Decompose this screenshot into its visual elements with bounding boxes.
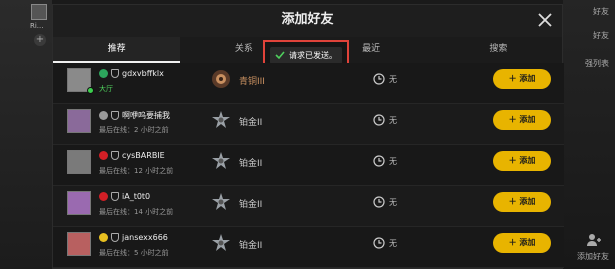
player-row: iA_t0t0 最后在线：14 小时之前 铂金II 无 ＋ 添加 [53, 186, 564, 227]
player-status: 最后在线：2 小时之前 [99, 126, 169, 134]
rank-name: 铂金II [239, 118, 263, 128]
recent-value: 无 [389, 116, 397, 125]
add-button-label: 添加 [519, 74, 536, 83]
platinum-rank-icon [212, 234, 230, 251]
add-friend-button[interactable]: ＋ 添加 [493, 151, 551, 171]
shield-icon [111, 192, 119, 201]
dialog-title: 添加好友 [281, 12, 334, 27]
platinum-rank-icon [212, 193, 230, 210]
shield-icon [111, 69, 119, 78]
player-row: jansexx666 最后在线：5 小时之前 铂金II 无 ＋ 添加 [53, 227, 564, 268]
recent-value: 无 [389, 157, 397, 166]
player-status: 最后在线：5 小时之前 [99, 249, 169, 257]
player-name: cysBARBIE [122, 151, 165, 160]
player-name: jansexx666 [122, 233, 168, 242]
tab-recommended[interactable]: 推荐 [53, 37, 181, 63]
bronze-rank-icon [212, 70, 230, 88]
plus-icon: ＋ [508, 74, 520, 83]
player-name: 啊咿呜要捕我 [122, 111, 170, 120]
clock-icon [373, 196, 385, 208]
plus-icon: ＋ [508, 197, 520, 206]
clock-icon [373, 114, 385, 126]
rank-name: 铂金II [239, 241, 263, 251]
player-status: 大厅 [99, 85, 113, 93]
shield-icon [111, 111, 119, 120]
clock-icon [373, 155, 385, 167]
player-status: 最后在线：12 小时之前 [99, 167, 174, 175]
player-row: 啊咿呜要捕我 最后在线：2 小时之前 铂金II 无 ＋ 添加 [53, 104, 564, 145]
player-row: cysBARBIE 最后在线：12 小时之前 铂金II 无 ＋ 添加 [53, 145, 564, 186]
plus-icon: ＋ [508, 115, 520, 124]
rank-name: 铂金II [239, 159, 263, 169]
add-friend-button[interactable]: ＋ 添加 [493, 69, 551, 89]
toast-message: 请求已发送。 [289, 50, 337, 60]
friends-tab[interactable]: 好友 [593, 30, 609, 41]
close-icon[interactable] [536, 11, 554, 29]
rank-name: 铂金II [239, 200, 263, 210]
dialog-title-bar: 添加好友 [53, 5, 562, 37]
recent-value: 无 [389, 75, 397, 84]
player-avatar[interactable] [67, 150, 91, 174]
online-status-dot [87, 87, 94, 94]
region-flag-icon [99, 151, 108, 160]
tab-search[interactable]: 搜索 [435, 37, 562, 63]
plus-icon: ＋ [508, 156, 520, 165]
add-button-label: 添加 [519, 115, 536, 124]
region-flag-icon [99, 192, 108, 201]
add-button-label: 添加 [519, 197, 536, 206]
shield-icon [111, 151, 119, 160]
list-tab[interactable]: 强列表 [585, 58, 609, 69]
clock-icon [373, 237, 385, 249]
add-icon[interactable]: + [34, 34, 46, 46]
add-friend-button[interactable]: ＋ 添加 [493, 233, 551, 253]
player-avatar[interactable] [67, 109, 91, 133]
add-friend-button[interactable]: ＋ 添加 [493, 192, 551, 212]
player-status: 最后在线：14 小时之前 [99, 208, 174, 216]
recent-value: 无 [389, 239, 397, 248]
player-name: gdxvbffklx [122, 69, 164, 78]
add-button-label: 添加 [519, 156, 536, 165]
region-flag-icon [99, 111, 108, 120]
player-name: iA_t0t0 [122, 192, 151, 201]
player-avatar [31, 4, 47, 20]
region-flag-icon [99, 233, 108, 242]
shield-icon [111, 233, 119, 242]
player-avatar[interactable] [67, 232, 91, 256]
add-friend-button[interactable]: ＋ 添加 [493, 110, 551, 130]
add-friend-dialog: 添加好友 推荐 关系 最近 搜索 请求已发送。 gdxvbffklx 大厅 青铜… [52, 4, 564, 269]
add-friend-icon[interactable] [585, 232, 601, 248]
clock-icon [373, 73, 385, 85]
platinum-rank-icon [212, 111, 230, 128]
player-avatar[interactable] [67, 191, 91, 215]
check-icon [275, 51, 285, 60]
background-right-panel: 好友 好友 强列表 添加好友 [563, 0, 615, 269]
player-row: gdxvbffklx 大厅 青铜III 无 ＋ 添加 [53, 63, 564, 104]
friends-label: 好友 [593, 7, 609, 16]
player-name-label: Ri... [30, 22, 44, 30]
player-list: gdxvbffklx 大厅 青铜III 无 ＋ 添加 啊咿呜要捕我 最后在线：2… [53, 63, 564, 268]
recent-value: 无 [389, 198, 397, 207]
background-left-panel: Ri... + [0, 0, 52, 269]
add-button-label: 添加 [519, 238, 536, 247]
rank-name: 青铜III [239, 77, 265, 87]
region-flag-icon [99, 69, 108, 78]
platinum-rank-icon [212, 152, 230, 169]
plus-icon: ＋ [508, 238, 520, 247]
add-friend-label: 添加好友 [577, 252, 609, 261]
